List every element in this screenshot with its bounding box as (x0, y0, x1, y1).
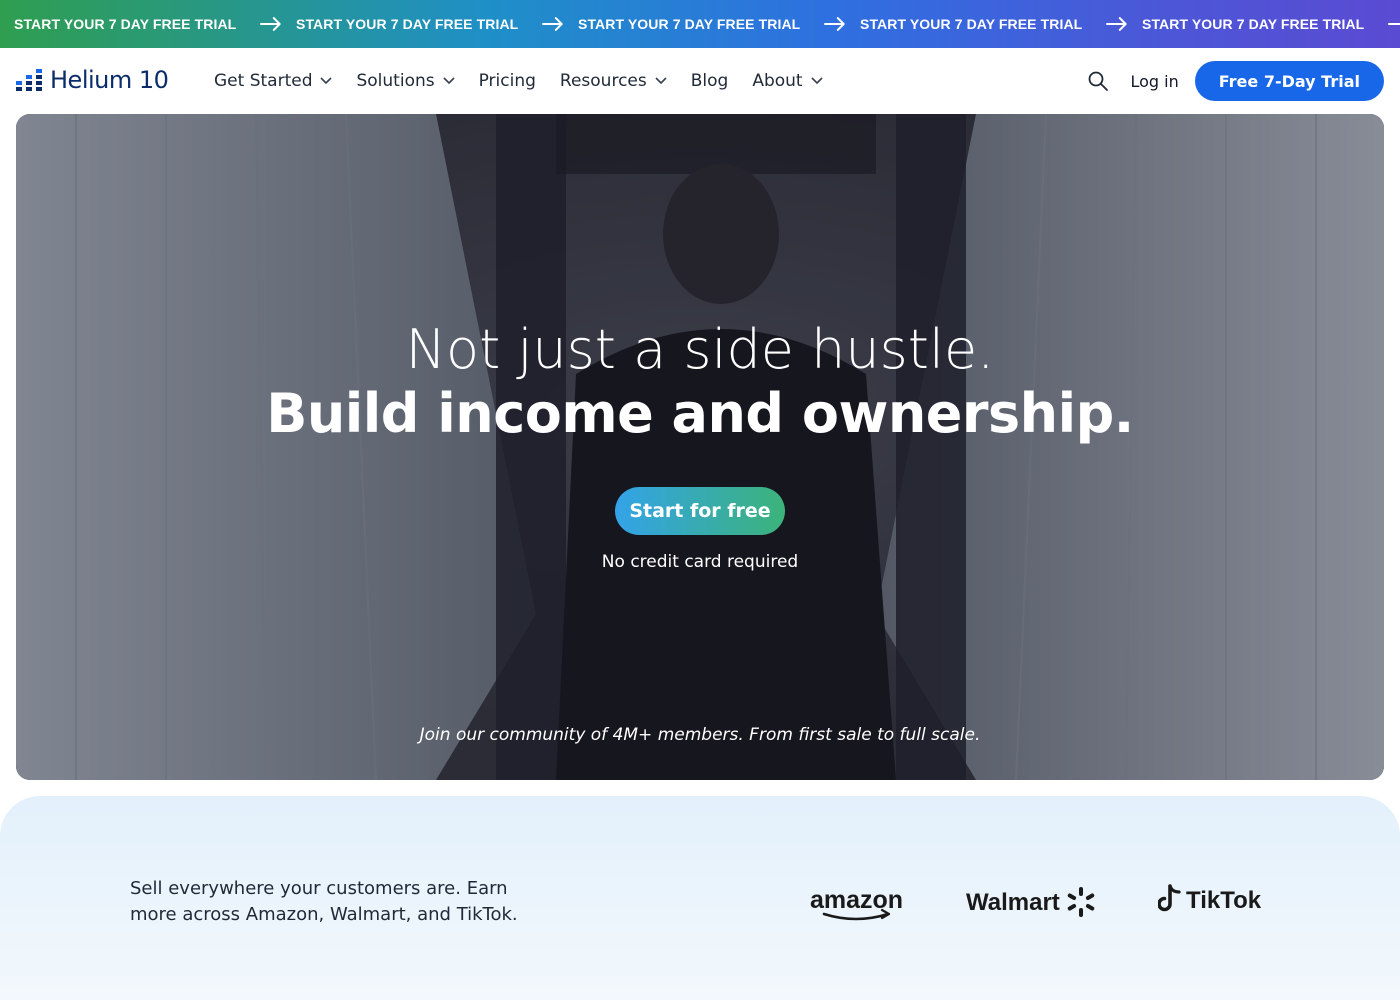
nav-item-about[interactable]: About (752, 71, 823, 91)
chevron-down-icon (811, 77, 823, 85)
tiktok-logo: TikTok (1158, 884, 1262, 914)
arrow-right-icon (542, 17, 564, 31)
amazon-logo: amazon (810, 886, 903, 921)
nav-item-blog[interactable]: Blog (691, 71, 729, 91)
start-for-free-button[interactable]: Start for free (615, 487, 785, 535)
svg-text:Walmart: Walmart (966, 889, 1060, 916)
hero-headline-line2: Build income and ownership. (266, 382, 1134, 445)
nav-item-resources[interactable]: Resources (560, 71, 667, 91)
arrow-right-icon (260, 17, 282, 31)
walmart-logo: Walmart (966, 887, 1095, 917)
nav-item-label: Pricing (478, 71, 536, 91)
promo-ticker[interactable]: START YOUR 7 DAY FREE TRIAL START YOUR 7… (0, 0, 1400, 48)
login-link[interactable]: Log in (1131, 72, 1179, 91)
ticker-item[interactable]: START YOUR 7 DAY FREE TRIAL (0, 16, 282, 32)
hero-headline-line1: Not just a side hustle. (405, 318, 995, 381)
ticker-text: START YOUR 7 DAY FREE TRIAL (14, 16, 237, 32)
nav-item-solutions[interactable]: Solutions (356, 71, 455, 91)
nav-menu: Get Started Solutions Pricing Resources … (214, 48, 847, 114)
svg-text:TikTok: TikTok (1186, 887, 1262, 914)
nav-item-label: Solutions (356, 71, 435, 91)
arrow-right-icon (824, 17, 846, 31)
ticker-item[interactable]: START YOUR 7 DAY FREE TRIAL (1128, 16, 1400, 32)
marketplaces-section: Sell everywhere your customers are. Earn… (0, 796, 1400, 1000)
no-credit-card-note: No credit card required (601, 552, 799, 572)
ticker-item[interactable]: START YOUR 7 DAY FREE TRIAL (564, 16, 846, 32)
logo-bars-icon (16, 69, 42, 91)
marketplaces-copy: Sell everywhere your customers are. Earn… (130, 878, 518, 925)
search-icon[interactable] (1087, 70, 1109, 92)
hero-banner: Not just a side hustle. Build income and… (16, 114, 1384, 780)
nav-actions: Log in Free 7-Day Trial (1087, 48, 1384, 114)
nav-item-label: Get Started (214, 71, 313, 91)
ticker-text: START YOUR 7 DAY FREE TRIAL (578, 16, 801, 32)
nav-item-label: About (752, 71, 803, 91)
ticker-text: START YOUR 7 DAY FREE TRIAL (860, 16, 1083, 32)
ticker-item[interactable]: START YOUR 7 DAY FREE TRIAL (846, 16, 1128, 32)
chevron-down-icon (320, 77, 333, 85)
nav-item-label: Blog (690, 71, 729, 91)
community-tagline: Join our community of 4M+ members. From … (419, 725, 981, 745)
helium10-logo[interactable]: Helium 10 (16, 66, 169, 94)
arrow-right-icon (1106, 17, 1128, 31)
ticker-text: START YOUR 7 DAY FREE TRIAL (296, 16, 519, 32)
nav-item-label: Resources (559, 71, 647, 91)
chevron-down-icon (443, 77, 455, 85)
ticker-text: START YOUR 7 DAY FREE TRIAL (1142, 16, 1365, 32)
chevron-down-icon (655, 77, 667, 85)
logo-text: Helium 10 (50, 66, 169, 94)
ticker-item[interactable]: START YOUR 7 DAY FREE TRIAL (282, 16, 564, 32)
nav-item-get-started[interactable]: Get Started (214, 71, 333, 91)
main-nav: Helium 10 Get Started Solutions Pricing … (0, 48, 1400, 114)
svg-text:amazon: amazon (810, 886, 903, 914)
free-trial-button[interactable]: Free 7-Day Trial (1194, 61, 1384, 101)
arrow-right-icon (1388, 23, 1400, 25)
hero-overlay (16, 114, 1384, 780)
nav-item-pricing[interactable]: Pricing (479, 71, 536, 91)
